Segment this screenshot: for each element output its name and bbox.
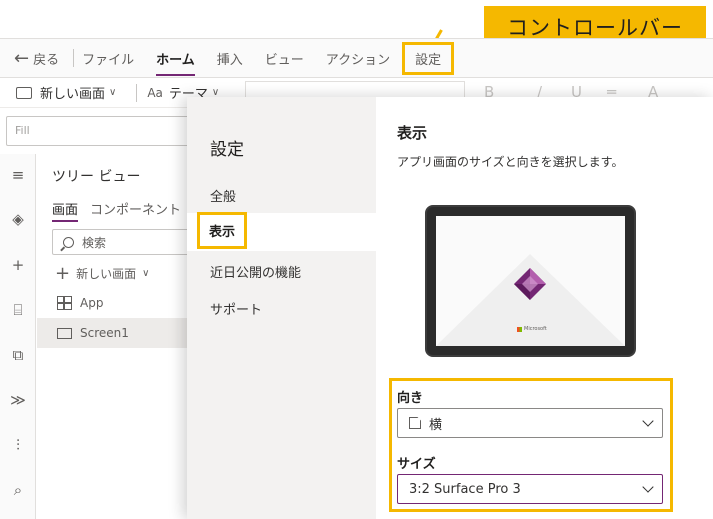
menu-file[interactable]: ファイル xyxy=(82,45,134,72)
tab-screens[interactable]: 画面 xyxy=(52,199,79,222)
tools-icon[interactable]: ⫶ xyxy=(5,432,31,458)
tree-view-pane: ツリー ビュー 画面 コンポーネント 検索 + 新しい画面 ∨ App Scre… xyxy=(37,154,202,519)
tree-new-screen-label: 新しい画面 xyxy=(76,267,137,281)
search-icon xyxy=(63,236,74,248)
microsoft-logo-icon xyxy=(517,326,522,332)
plus-icon[interactable]: + xyxy=(5,252,31,278)
app-grid-icon xyxy=(57,296,72,310)
nav-upcoming-features[interactable]: 近日公開の機能 xyxy=(210,262,301,281)
menu-settings[interactable]: 設定 xyxy=(402,41,455,75)
tree-row-screen1[interactable]: Screen1 xyxy=(37,318,197,348)
new-screen-label: 新しい画面 xyxy=(40,87,106,102)
page-icon xyxy=(409,417,421,429)
hamburger-icon[interactable]: ≡ xyxy=(5,162,31,188)
tree-tabs: 画面 コンポーネント xyxy=(52,199,193,222)
menu-view[interactable]: ビュー xyxy=(265,45,304,72)
flow-icon[interactable]: ≫ xyxy=(5,387,31,413)
back-label: 戻る xyxy=(33,52,60,68)
tree-new-screen-button[interactable]: + 新しい画面 ∨ xyxy=(55,263,149,284)
settings-title: 設定 xyxy=(210,140,244,160)
orientation-dropdown[interactable]: 横 xyxy=(397,408,663,438)
screen-icon xyxy=(57,327,72,339)
orientation-value: 横 xyxy=(429,417,443,433)
left-rail: ≡ ◈ + ⌸ ⧉ ≫ ⫶ ⌕ xyxy=(0,154,36,519)
brand-label: Microsoft xyxy=(524,326,547,332)
size-label: サイズ xyxy=(397,457,436,472)
menu-bar: ← 戻る ファイル ホーム 挿入 ビュー アクション 設定 xyxy=(0,38,713,78)
chevron-down-icon xyxy=(642,481,654,493)
media-icon[interactable]: ⧉ xyxy=(5,342,31,368)
database-icon[interactable]: ⌸ xyxy=(5,297,31,323)
tree-row-label: App xyxy=(80,296,104,310)
tree-search-input[interactable]: 検索 xyxy=(52,229,202,255)
display-description: アプリ画面のサイズと向きを選択します。 xyxy=(397,155,624,169)
back-button[interactable]: ← 戻る xyxy=(14,48,59,69)
nav-display[interactable]: 表示 xyxy=(197,212,248,249)
orientation-label: 向き xyxy=(397,391,424,406)
chevron-down-icon: ∨ xyxy=(109,87,117,98)
display-heading: 表示 xyxy=(397,124,428,142)
tree-row-label: Screen1 xyxy=(80,326,129,340)
settings-dialog: 設定 全般 表示 近日公開の機能 サポート 表示 アプリ画面のサイズと向きを選択… xyxy=(187,97,713,519)
tree-row-app[interactable]: App xyxy=(37,288,197,318)
toolbar-divider xyxy=(136,83,138,102)
new-screen-button[interactable]: 新しい画面 ∨ xyxy=(16,83,116,102)
layers-icon[interactable]: ◈ xyxy=(5,206,31,232)
chevron-down-icon xyxy=(642,415,654,427)
nav-support[interactable]: サポート xyxy=(210,299,262,318)
device-preview: Microsoft xyxy=(425,205,636,357)
property-dropdown[interactable]: Fill xyxy=(6,116,192,146)
nav-general[interactable]: 全般 xyxy=(210,186,236,205)
new-screen-icon xyxy=(16,86,32,99)
theme-icon: Aa xyxy=(147,85,163,100)
size-value: 3:2 Surface Pro 3 xyxy=(409,481,521,497)
menu-insert[interactable]: 挿入 xyxy=(217,45,243,72)
microsoft-brand: Microsoft xyxy=(517,326,547,332)
preview-screen: Microsoft xyxy=(436,216,625,346)
settings-nav: 設定 全般 表示 近日公開の機能 サポート xyxy=(187,97,376,519)
chevron-down-icon: ∨ xyxy=(142,268,150,279)
power-apps-logo-icon xyxy=(514,268,546,300)
size-dropdown[interactable]: 3:2 Surface Pro 3 xyxy=(397,474,663,504)
menu-divider xyxy=(73,49,75,67)
search-placeholder: 検索 xyxy=(82,235,107,250)
tab-components[interactable]: コンポーネント xyxy=(90,199,181,222)
menu-action[interactable]: アクション xyxy=(326,45,390,72)
back-arrow-icon: ← xyxy=(14,47,30,69)
tree-view-title: ツリー ビュー xyxy=(52,169,141,185)
plus-icon: + xyxy=(55,263,71,284)
menu-home[interactable]: ホーム xyxy=(156,45,195,76)
search-icon[interactable]: ⌕ xyxy=(5,477,31,503)
